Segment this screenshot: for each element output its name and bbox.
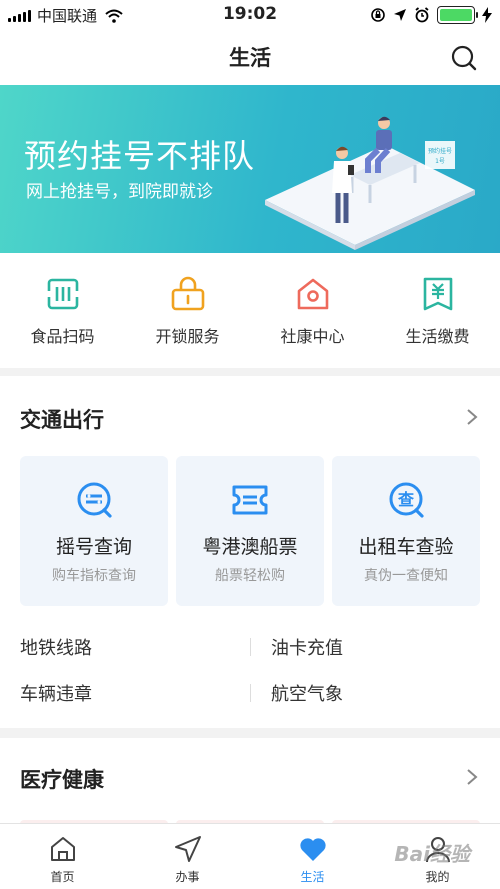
link-metro-lines[interactable]: 地铁线路 — [20, 634, 92, 660]
chevron-right-icon[interactable] — [466, 768, 478, 786]
banner-title: 预约挂号不排队 — [24, 137, 256, 175]
location-icon — [394, 9, 406, 21]
section-title: 交通出行 — [20, 408, 104, 432]
tab-label: 我的 — [425, 870, 450, 884]
bill-icon — [423, 277, 452, 311]
link-fuel-card-topup[interactable]: 油卡充值 — [271, 634, 343, 660]
sign-text-1: 预约挂号 — [428, 147, 452, 155]
watermark: Bai经验 — [394, 842, 470, 866]
quick-services: 食品扫码 开锁服务 社康中心 生活缴费 — [0, 253, 500, 368]
ticket-icon — [232, 485, 268, 515]
battery-icon — [437, 6, 478, 24]
tile-taxi-check[interactable]: 查 出租车查验 真伪一查便知 — [332, 456, 480, 606]
tab-life[interactable]: 生活 — [250, 824, 375, 889]
quick-life-payment[interactable]: 生活缴费 — [375, 253, 500, 368]
tile-title: 粤港澳船票 — [202, 536, 298, 558]
section-title: 医疗健康 — [20, 768, 104, 792]
traffic-section: 交通出行 摇号查询 购车指标查询 粤港澳船票 船票轻松购 查 出租车查验 真伪一… — [0, 376, 500, 728]
banner-subtitle: 网上抢挂号，到院即就诊 — [26, 182, 213, 202]
tile-lottery-query[interactable]: 摇号查询 购车指标查询 — [20, 456, 168, 606]
quick-label: 开锁服务 — [155, 327, 220, 346]
promo-banner[interactable]: 预约挂号不排队 网上抢挂号，到院即就诊 预约挂号 1号 — [0, 85, 500, 253]
page-title: 生活 — [229, 46, 271, 70]
navigation-icon — [174, 836, 201, 862]
taxi-check-icon: 查 — [389, 482, 424, 518]
heart-icon — [299, 838, 326, 861]
tile-subtitle: 船票轻松购 — [215, 568, 285, 584]
lock-icon — [171, 276, 204, 311]
tab-label: 办事 — [175, 870, 200, 884]
svg-text:查: 查 — [398, 490, 414, 509]
tile-title: 摇号查询 — [55, 536, 132, 558]
orientation-lock-icon — [371, 8, 385, 22]
quick-label: 社康中心 — [280, 327, 345, 346]
quick-label: 食品扫码 — [30, 327, 95, 346]
tab-home[interactable]: 首页 — [0, 824, 125, 889]
tile-subtitle: 真伪一查便知 — [364, 568, 448, 584]
tab-label: 生活 — [300, 870, 325, 884]
link-vehicle-violations[interactable]: 车辆违章 — [20, 680, 92, 706]
quick-label: 生活缴费 — [405, 327, 470, 346]
quick-unlock-service[interactable]: 开锁服务 — [125, 253, 250, 368]
tab-label: 首页 — [50, 870, 75, 884]
search-icon[interactable] — [450, 44, 478, 72]
chevron-right-icon[interactable] — [466, 408, 478, 426]
divider — [250, 684, 251, 702]
food-scan-icon — [46, 278, 79, 310]
nav-header: 生活 — [0, 30, 500, 85]
quick-community-health[interactable]: 社康中心 — [250, 253, 375, 368]
tile-ferry-ticket[interactable]: 粤港澳船票 船票轻松购 — [176, 456, 324, 606]
home-icon — [50, 837, 75, 861]
tile-title: 出租车查验 — [358, 536, 454, 558]
quick-food-scan[interactable]: 食品扫码 — [0, 253, 125, 368]
doctor-illustration: 预约挂号 1号 — [265, 116, 475, 250]
home-clinic-icon — [297, 278, 328, 310]
lottery-search-icon — [77, 482, 112, 518]
link-aviation-weather[interactable]: 航空气象 — [271, 680, 343, 706]
alarm-icon — [415, 7, 429, 23]
tab-affairs[interactable]: 办事 — [125, 824, 250, 889]
tile-subtitle: 购车指标查询 — [52, 568, 136, 584]
charging-icon — [482, 7, 492, 23]
sign-text-2: 1号 — [435, 158, 445, 165]
divider — [250, 638, 251, 656]
medical-section: 医疗健康 — [0, 738, 500, 828]
status-bar: 中国联通 19:02 — [0, 0, 500, 30]
